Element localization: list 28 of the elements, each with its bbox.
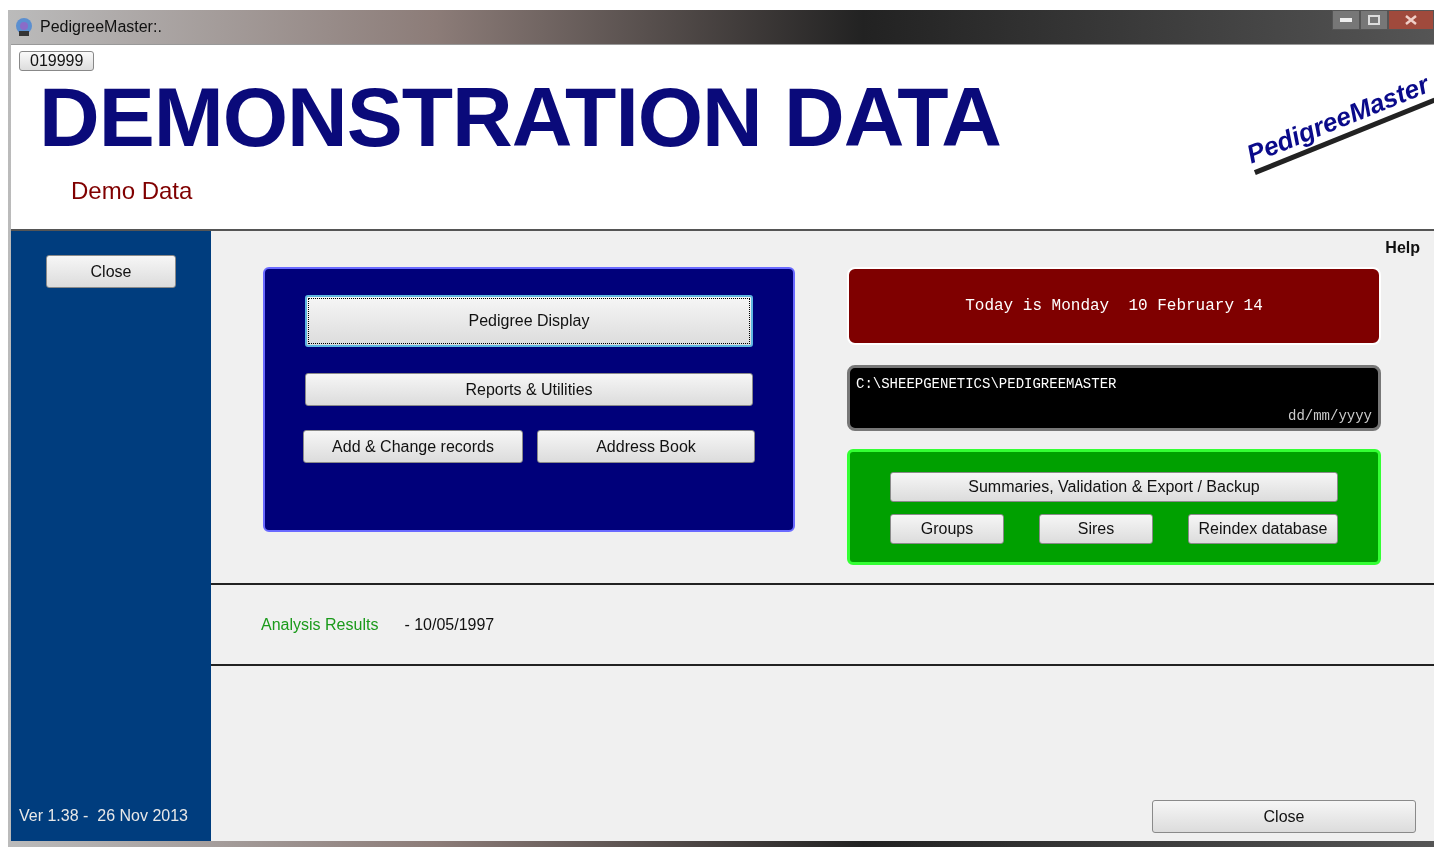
database-title: DEMONSTRATION DATA — [39, 75, 1002, 159]
close-button[interactable]: Close — [46, 255, 176, 288]
menu-button[interactable]: Reports & Utilities — [305, 373, 753, 406]
data-button[interactable]: Groups — [890, 514, 1004, 544]
minimize-button[interactable] — [1332, 10, 1360, 30]
date-text: Today is Monday 10 February 14 — [965, 297, 1263, 315]
close-window-button[interactable] — [1388, 10, 1434, 30]
version-label: Ver 1.38 - 26 Nov 2013 — [19, 807, 188, 825]
maximize-button[interactable] — [1360, 10, 1388, 30]
close-icon — [1405, 15, 1417, 25]
globe-icon — [14, 17, 34, 37]
help-link[interactable]: Help — [1385, 239, 1420, 257]
minimize-icon — [1340, 18, 1352, 22]
data-button[interactable]: Sires — [1039, 514, 1153, 544]
path-text: C:\SHEEPGENETICS\PEDIGREEMASTER — [856, 376, 1118, 392]
date-format: dd/mm/yyyy — [1288, 408, 1372, 424]
window-title: PedigreeMaster:. — [40, 18, 162, 36]
maximize-icon — [1368, 15, 1380, 25]
database-subtitle: Demo Data — [71, 177, 194, 205]
analysis-date: - 10/05/1997 — [404, 615, 495, 634]
summaries-button[interactable]: Summaries, Validation & Export / Backup — [890, 472, 1338, 502]
menu-button[interactable]: Address Book — [537, 430, 755, 463]
analysis-label: Analysis Results — [261, 615, 379, 634]
menu-button[interactable]: Pedigree Display — [305, 295, 753, 347]
close-button[interactable]: Close — [1152, 800, 1416, 833]
menu-button[interactable]: Add & Change records — [303, 430, 523, 463]
record-badge: 019999 — [19, 51, 95, 71]
data-button[interactable]: Reindex database — [1188, 514, 1338, 544]
